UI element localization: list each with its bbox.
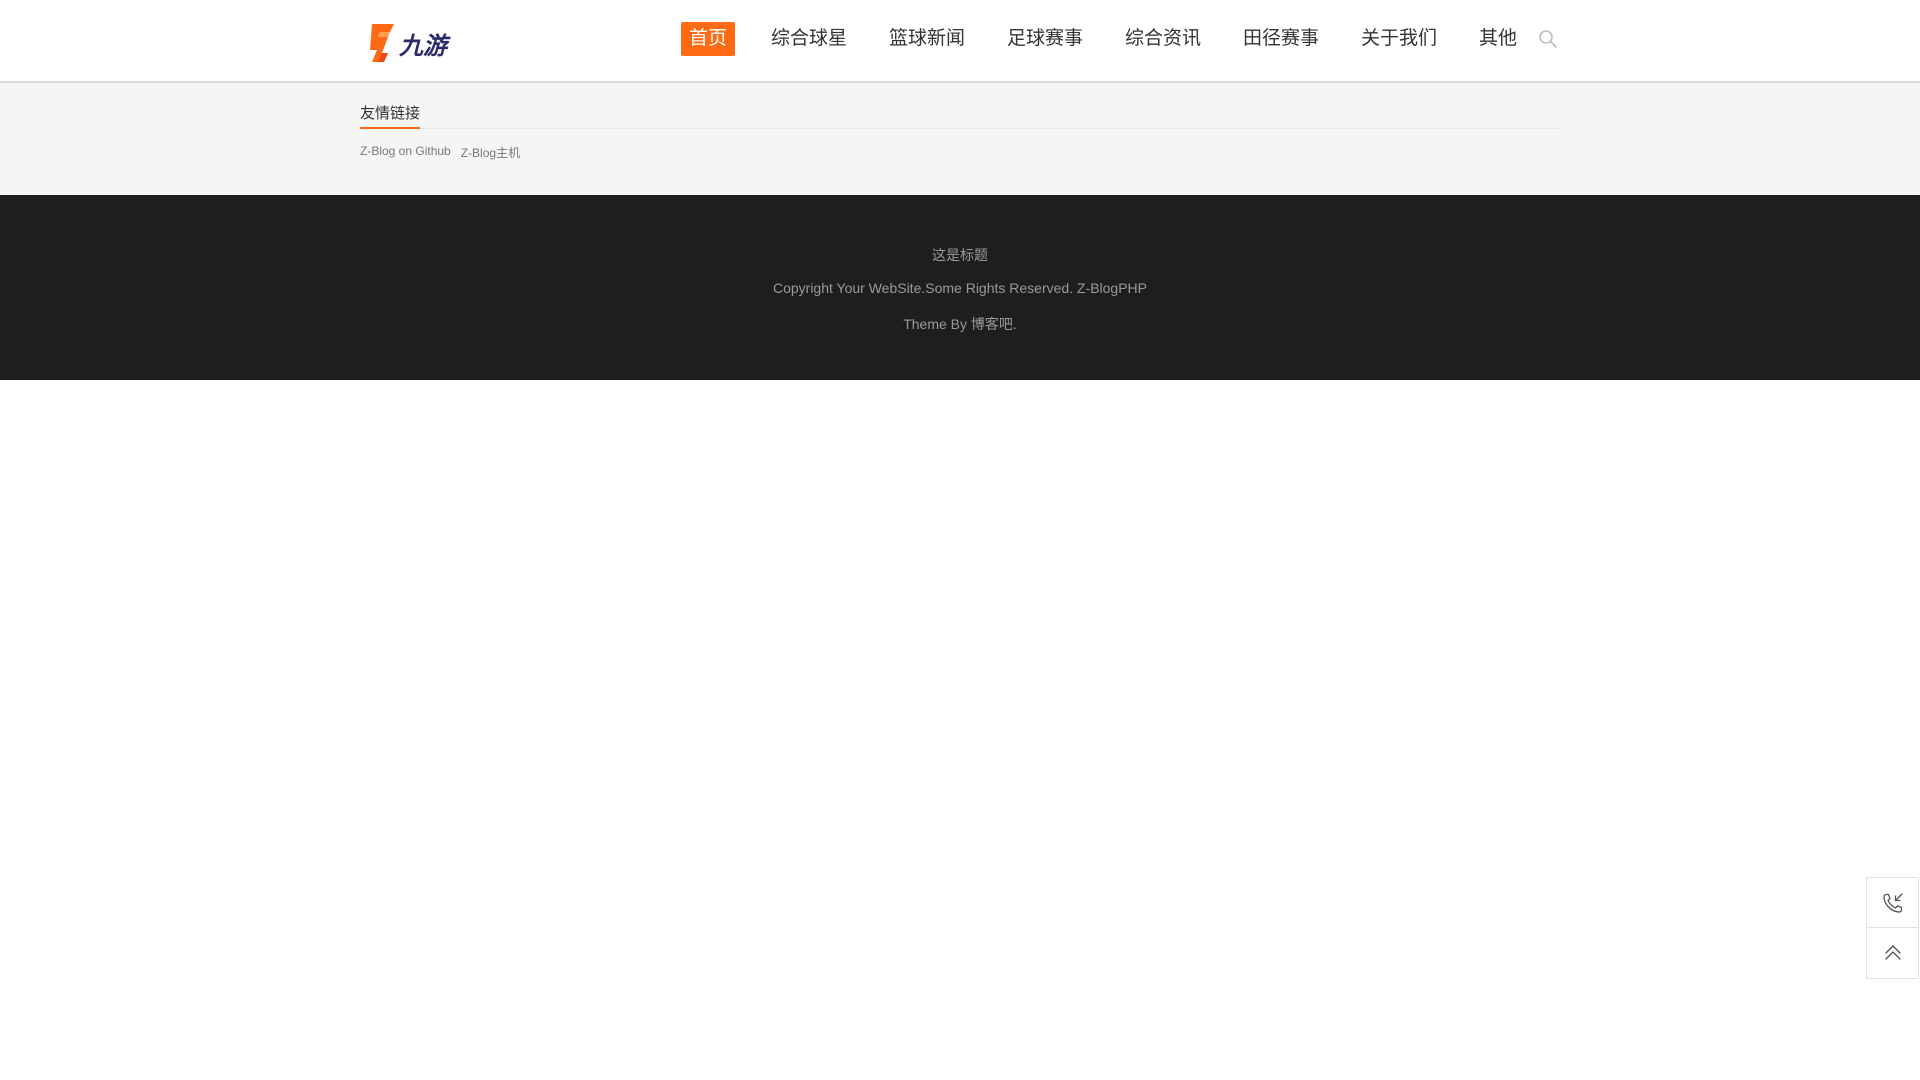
logo-image: 九游 bbox=[370, 24, 451, 62]
theme-prefix: Theme By bbox=[903, 316, 968, 332]
friend-links-section: 友情链接 Z-Blog on Github Z-Blog主机 bbox=[0, 83, 1920, 195]
friend-link-github[interactable]: Z-Blog on Github bbox=[360, 144, 451, 161]
theme-author-link[interactable]: 博客吧 bbox=[971, 316, 1013, 332]
friend-links-header: 友情链接 bbox=[360, 103, 1558, 129]
theme-suffix: . bbox=[1012, 316, 1017, 332]
copyright-text: Copyright Your WebSite.Some Rights Reser… bbox=[772, 280, 1074, 296]
footer-copyright: Copyright Your WebSite.Some Rights Reser… bbox=[0, 280, 1920, 296]
back-to-top-button[interactable] bbox=[1866, 928, 1919, 979]
nav-item-athletics[interactable]: 田径赛事 bbox=[1243, 22, 1319, 56]
footer-title: 这是标题 bbox=[932, 247, 988, 263]
friend-links-container: 友情链接 Z-Blog on Github Z-Blog主机 bbox=[360, 83, 1558, 195]
site-footer: 这是标题 Copyright Your WebSite.Some Rights … bbox=[0, 195, 1920, 380]
site-header: 九游 首页 综合球星 篮球新闻 足球赛事 综合资讯 田径赛事 关于我们 其他 bbox=[0, 0, 1920, 83]
site-logo[interactable]: 九游 bbox=[368, 20, 458, 64]
nav-item-other[interactable]: 其他 bbox=[1479, 22, 1517, 56]
friend-links-list: Z-Blog on Github Z-Blog主机 bbox=[360, 144, 520, 161]
nav-item-about[interactable]: 关于我们 bbox=[1361, 22, 1437, 56]
friend-links-title: 友情链接 bbox=[360, 103, 421, 129]
side-tools bbox=[1866, 877, 1919, 979]
nav-item-football[interactable]: 足球赛事 bbox=[1007, 22, 1083, 56]
phone-icon bbox=[1882, 892, 1903, 913]
nav-item-basketball[interactable]: 篮球新闻 bbox=[889, 22, 965, 56]
friend-link-hosting[interactable]: Z-Blog主机 bbox=[461, 144, 520, 161]
contact-button[interactable] bbox=[1866, 877, 1919, 928]
double-chevron-up-icon bbox=[1884, 945, 1901, 960]
nav-item-news[interactable]: 综合资讯 bbox=[1125, 22, 1201, 56]
nav-item-home[interactable]: 首页 bbox=[681, 22, 736, 56]
search-icon[interactable] bbox=[1538, 29, 1558, 49]
powered-by-link[interactable]: Z-BlogPHP bbox=[1077, 280, 1147, 296]
svg-text:九游: 九游 bbox=[398, 32, 451, 60]
nav-item-stars[interactable]: 综合球星 bbox=[771, 22, 847, 56]
footer-theme: Theme By 博客吧. bbox=[0, 314, 1920, 334]
